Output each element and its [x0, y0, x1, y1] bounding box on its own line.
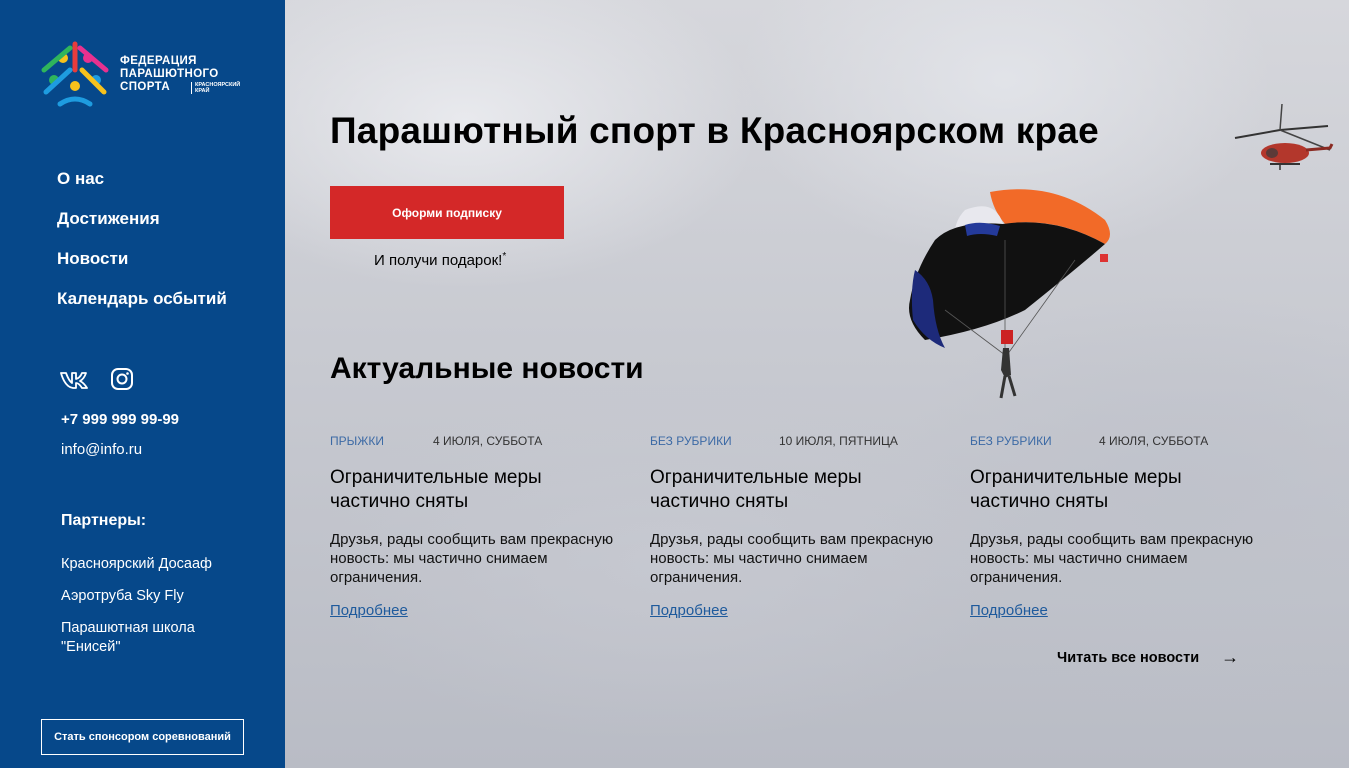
- partner-link-enisey[interactable]: Парашютная школа "Енисей": [61, 619, 251, 657]
- main-nav: О нас Достижения Новости Календарь осбыт…: [57, 168, 227, 328]
- news-excerpt: Друзья, рады сообщить вам прекрасную нов…: [330, 531, 614, 586]
- news-category[interactable]: ПРЫЖКИ: [330, 434, 384, 448]
- gift-footnote-mark: *: [502, 251, 507, 262]
- arrow-right-icon: →: [1221, 647, 1240, 667]
- nav-calendar[interactable]: Календарь осбытий: [57, 288, 227, 328]
- news-category[interactable]: БЕЗ РУБРИКИ: [650, 434, 732, 448]
- news-date: 10 ИЮЛЯ, ПЯТНИЦА: [779, 434, 898, 448]
- helicopter-image: [1234, 103, 1334, 170]
- contacts: +7 999 999 99-99 info@info.ru: [61, 410, 179, 460]
- news-meta: БЕЗ РУБРИКИ 4 ИЮЛЯ, СУББОТА: [970, 434, 1260, 452]
- email-link[interactable]: info@info.ru: [61, 440, 179, 460]
- news-card: БЕЗ РУБРИКИ 4 ИЮЛЯ, СУББОТА Ограничитель…: [970, 434, 1260, 619]
- news-date: 4 ИЮЛЯ, СУББОТА: [1099, 434, 1209, 448]
- parachutist-image: [909, 189, 1110, 399]
- news-headline[interactable]: Ограничительные меры частично сняты: [330, 466, 620, 514]
- read-more-link[interactable]: Подробнее: [650, 602, 728, 619]
- federation-logo[interactable]: Федерация парашютного спорта Красноярски…: [40, 40, 250, 110]
- news-section-title: Актуальные новости: [330, 352, 644, 385]
- news-headline[interactable]: Ограничительные меры частично сняты: [970, 466, 1260, 514]
- gift-text: И получи подарок!*: [374, 251, 507, 269]
- sidebar: Федерация парашютного спорта Красноярски…: [0, 0, 285, 768]
- main-content: Парашютный спорт в Красноярском крае Офо…: [285, 0, 1349, 768]
- news-headline[interactable]: Ограничительные меры частично сняты: [650, 466, 940, 514]
- read-more-link[interactable]: Подробнее: [970, 602, 1048, 619]
- news-category[interactable]: БЕЗ РУБРИКИ: [970, 434, 1052, 448]
- read-all-label: Читать все новости: [1057, 649, 1200, 666]
- news-meta: БЕЗ РУБРИКИ 10 ИЮЛЯ, ПЯТНИЦА: [650, 434, 940, 452]
- logo-figures-icon: [41, 41, 109, 107]
- logo-subtitle: Красноярский край: [191, 82, 240, 94]
- social-links: [60, 367, 136, 391]
- nav-news[interactable]: Новости: [57, 248, 227, 288]
- instagram-icon[interactable]: [110, 367, 136, 391]
- read-all-news-link[interactable]: Читать все новости →: [1057, 647, 1239, 668]
- partner-link-skyfly[interactable]: Аэротруба Sky Fly: [61, 587, 251, 606]
- read-more-link[interactable]: Подробнее: [330, 602, 408, 619]
- phone-link[interactable]: +7 999 999 99-99: [61, 410, 179, 440]
- news-excerpt: Друзья, рады сообщить вам прекрасную нов…: [970, 531, 1254, 586]
- subscribe-button[interactable]: Оформи подписку: [330, 186, 564, 239]
- nav-achievements[interactable]: Достижения: [57, 208, 227, 248]
- hero-title: Парашютный спорт в Красноярском крае: [330, 110, 1099, 151]
- news-date: 4 ИЮЛЯ, СУББОТА: [433, 434, 543, 448]
- news-meta: ПРЫЖКИ 4 ИЮЛЯ, СУББОТА: [330, 434, 620, 452]
- news-card: ПРЫЖКИ 4 ИЮЛЯ, СУББОТА Ограничительные м…: [330, 434, 620, 619]
- become-sponsor-button[interactable]: Стать спонсором соревнований: [41, 719, 244, 755]
- nav-about[interactable]: О нас: [57, 168, 227, 208]
- vk-icon[interactable]: [60, 367, 88, 391]
- partner-link-dosaaf[interactable]: Красноярский Досааф: [61, 555, 251, 574]
- partners-list: Красноярский Досааф Аэротруба Sky Fly Па…: [61, 555, 251, 670]
- news-excerpt: Друзья, рады сообщить вам прекрасную нов…: [650, 531, 934, 586]
- news-card: БЕЗ РУБРИКИ 10 ИЮЛЯ, ПЯТНИЦА Ограничител…: [650, 434, 940, 619]
- partners-heading: Партнеры:: [61, 512, 147, 529]
